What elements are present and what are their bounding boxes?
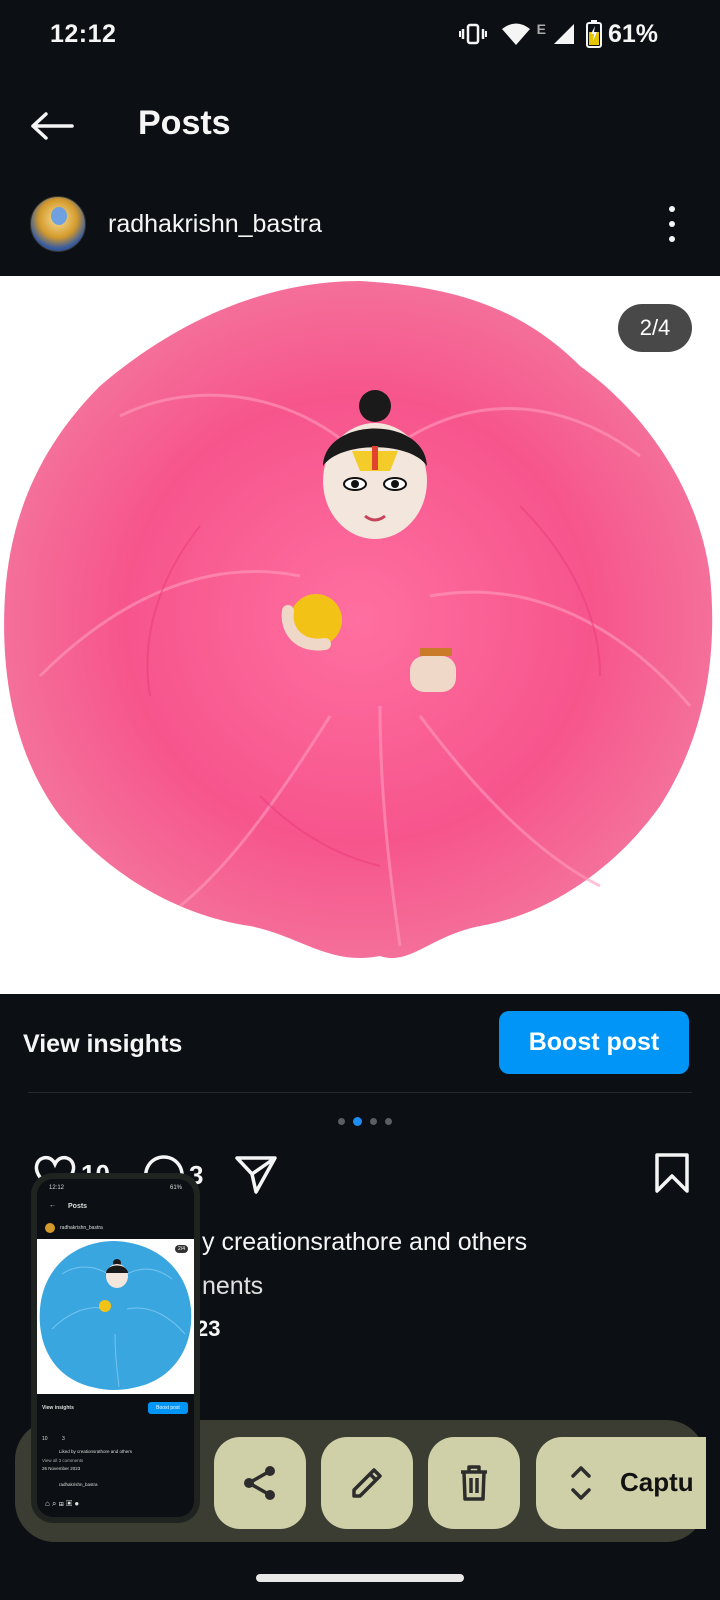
divider: [28, 1092, 692, 1093]
thumb-liked-by: Liked by creationsrathore and others: [59, 1449, 133, 1454]
edit-icon: [352, 1468, 382, 1498]
home-indicator[interactable]: [256, 1574, 464, 1582]
screenshot-thumbnail[interactable]: 12:12 61% ← Posts radhakrishn_bastra 2/4…: [31, 1173, 200, 1523]
thumb-post-image: 2/4: [37, 1239, 194, 1394]
thumb-counter: 2/4: [175, 1245, 188, 1253]
thumb-comments: View all 3 comments: [42, 1458, 84, 1463]
capture-more-button[interactable]: Captu: [536, 1437, 706, 1529]
thumb-time: 12:12: [49, 1185, 65, 1191]
share-post-button[interactable]: [234, 1154, 278, 1194]
network-type-label: E: [536, 21, 546, 37]
carousel-dot: [370, 1118, 377, 1125]
boost-post-button[interactable]: Boost post: [499, 1011, 689, 1074]
thumb-back-icon: ←: [49, 1202, 56, 1209]
battery-icon: [585, 18, 602, 50]
carousel-dot: [385, 1118, 392, 1125]
more-dot-icon: [669, 236, 675, 242]
share-icon: [244, 1466, 275, 1500]
thumb-avatar: [45, 1223, 55, 1233]
arrow-left-icon: [31, 112, 74, 140]
thumb-nav-icons: ⌂ ⌕ ⊞ ▣ ●: [45, 1499, 80, 1508]
view-comments-text[interactable]: nents: [202, 1272, 263, 1301]
delete-button[interactable]: [428, 1437, 520, 1529]
pink-fur-dress-image: [4, 281, 713, 959]
more-dot-icon: [669, 221, 675, 227]
thumb-title: Posts: [68, 1203, 88, 1210]
delete-icon: [461, 1465, 487, 1501]
liked-by-text[interactable]: y creationsrathore and others: [202, 1228, 527, 1257]
bookmark-icon: [655, 1153, 689, 1193]
thumb-boost-button: Boost post: [148, 1402, 188, 1414]
thumb-battery: 61%: [170, 1185, 183, 1191]
save-button[interactable]: [654, 1152, 690, 1199]
more-options-button[interactable]: [662, 206, 682, 242]
carousel-dot: [338, 1118, 345, 1125]
blue-fur-dress-image: [39, 1241, 192, 1390]
insights-row: View insights Boost post: [0, 1010, 720, 1082]
avatar[interactable]: [30, 196, 86, 252]
back-button[interactable]: [28, 102, 76, 150]
thumb-username: radhakrishn_bastra: [60, 1225, 103, 1231]
post-image[interactable]: 2/4: [0, 276, 720, 994]
send-icon: [235, 1156, 277, 1194]
capture-label: Captu: [620, 1467, 694, 1497]
thumbnail-screen: 12:12 61% ← Posts radhakrishn_bastra 2/4…: [37, 1179, 194, 1517]
edit-button[interactable]: [321, 1437, 413, 1529]
expand-icon: [571, 1466, 591, 1500]
share-button[interactable]: [214, 1437, 306, 1529]
view-insights-link[interactable]: View insights: [23, 1030, 182, 1059]
carousel-indicator: [338, 1117, 392, 1126]
thumb-view-insights: View insights: [42, 1405, 74, 1411]
vibrate-icon: [458, 18, 487, 50]
status-bar: 12:12 E 61%: [0, 0, 720, 72]
thumb-date: 26 November 2023: [42, 1466, 81, 1471]
status-icons: E 61%: [458, 18, 658, 50]
battery-percent: 61%: [607, 19, 658, 48]
image-counter-badge: 2/4: [618, 304, 692, 352]
status-time: 12:12: [50, 20, 117, 48]
wifi-icon: [501, 18, 531, 50]
carousel-dot-active: [353, 1117, 362, 1126]
app-bar: Posts: [0, 86, 720, 164]
signal-icon: [552, 18, 576, 50]
post-header: radhakrishn_bastra: [0, 190, 720, 260]
thumb-username-2: radhakrishn_bastra: [59, 1482, 98, 1487]
page-title: Posts: [138, 104, 231, 142]
thumb-like-count: 10: [42, 1436, 48, 1442]
post-username[interactable]: radhakrishn_bastra: [108, 210, 322, 239]
thumb-comment-count: 3: [62, 1436, 65, 1442]
more-dot-icon: [669, 206, 675, 212]
